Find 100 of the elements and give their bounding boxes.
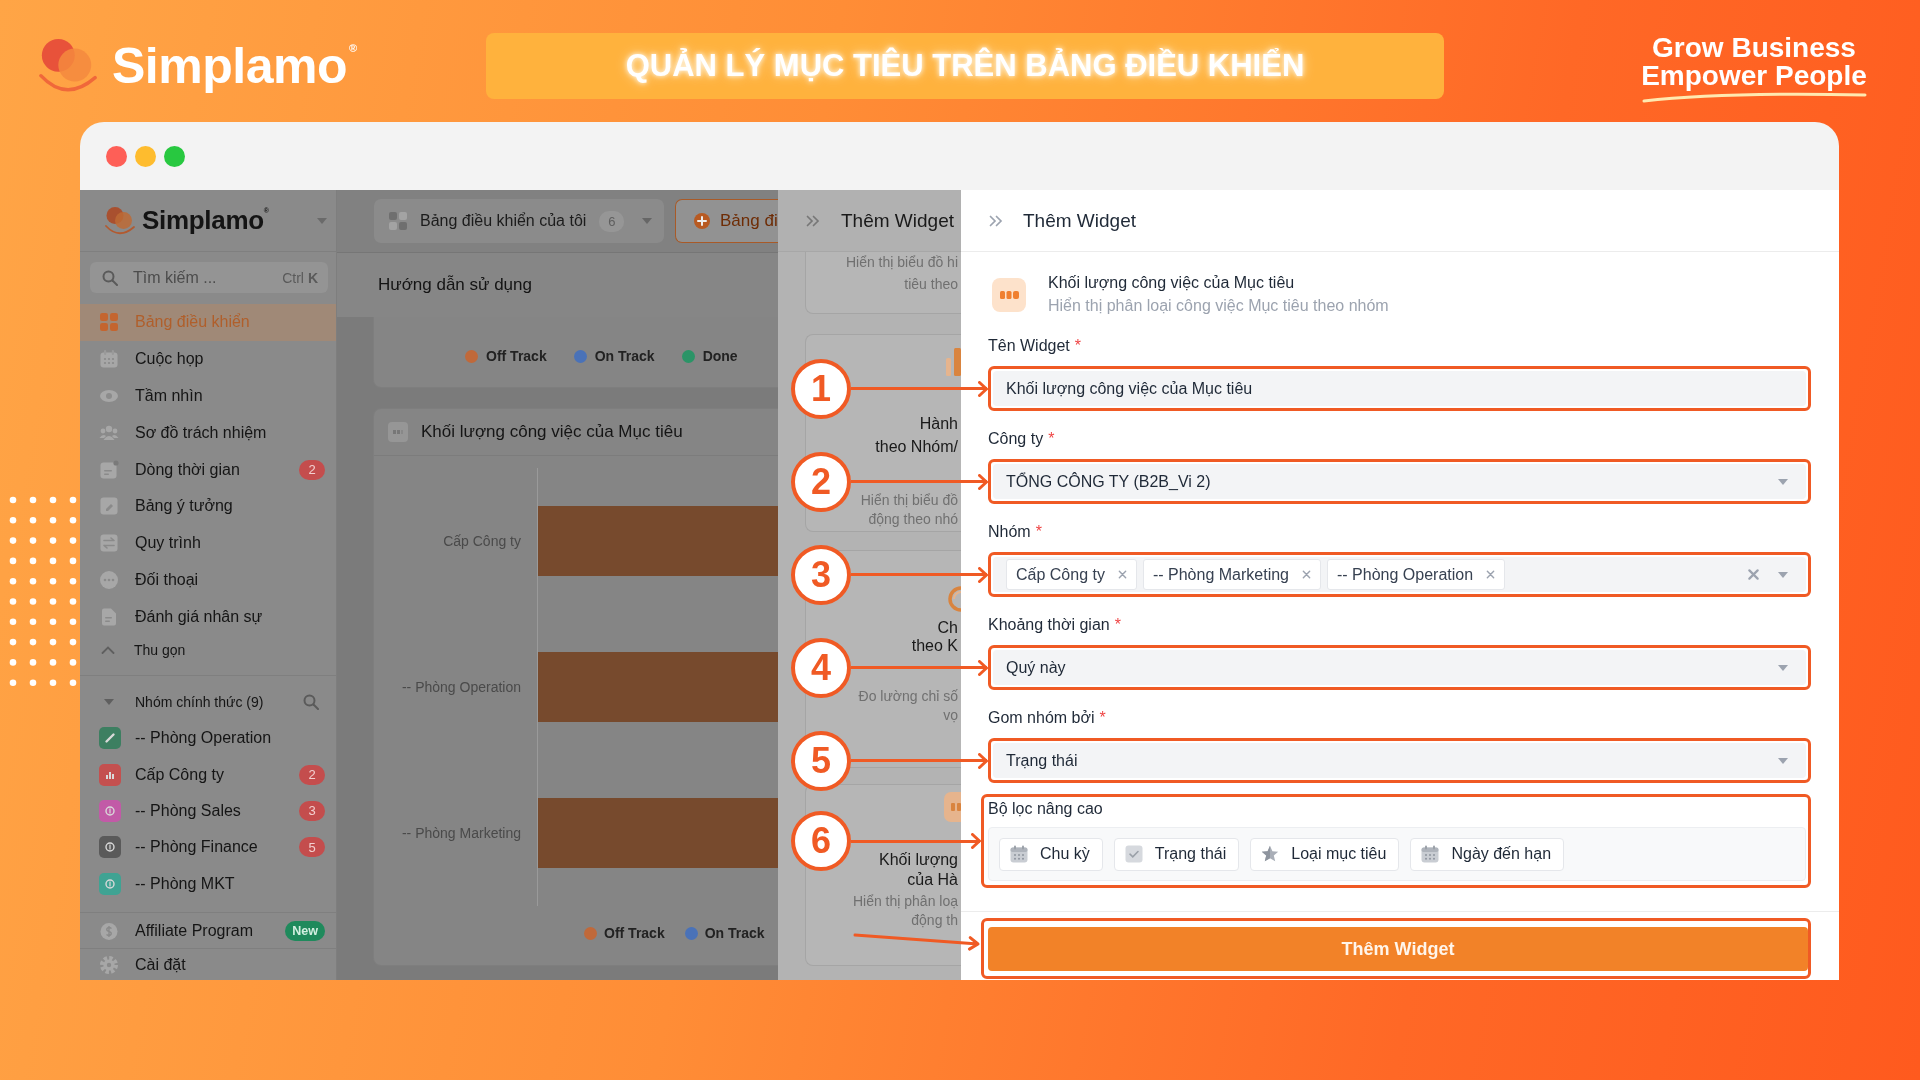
count-badge: 6	[599, 210, 625, 232]
caret-down-icon[interactable]	[642, 218, 652, 224]
widget-description: vọ	[943, 707, 958, 723]
legend-label: Off Track	[486, 348, 547, 364]
calendar-icon	[99, 349, 119, 370]
logo-text: Simplamo$^{®}$	[142, 205, 269, 236]
checkbox-icon	[1124, 845, 1143, 863]
double-chevron-icon[interactable]	[989, 214, 1003, 227]
caret-down-icon[interactable]	[317, 217, 327, 224]
add-dashboard-button[interactable]: Bảng đi	[675, 199, 778, 243]
category-label: -- Phòng Operation	[401, 679, 521, 695]
count-badge: 3	[299, 800, 325, 821]
chart-icon	[388, 422, 408, 442]
search-field[interactable]: Tìm kiếm ...	[133, 265, 268, 290]
minimize-icon[interactable]	[135, 145, 156, 167]
widget-title[interactable]: Ch	[937, 619, 958, 637]
caret-down-icon[interactable]	[1778, 478, 1788, 485]
filter-chip[interactable]: Chu kỳ	[999, 837, 1103, 871]
search-icon[interactable]	[303, 694, 319, 711]
widget-description: động th	[911, 912, 958, 928]
close-icon[interactable]	[1486, 570, 1496, 579]
guide-title: Hướng dẫn sử dụng	[378, 275, 532, 295]
sidebar-item[interactable]: Bảng ý tưởng	[80, 488, 336, 525]
filter-chip[interactable]: Ngày đến hạn	[1410, 837, 1565, 871]
field-label: Tên Widget *	[988, 336, 1082, 356]
grid-icon	[99, 312, 119, 333]
filter-chip[interactable]: Loại mục tiêu	[1250, 837, 1400, 871]
close-icon[interactable]	[106, 145, 127, 167]
document-icon	[99, 459, 119, 480]
filter-chip[interactable]: Trạng thái	[1113, 837, 1240, 871]
sidebar-item[interactable]: Cuộc họp	[80, 340, 336, 378]
category-label: -- Phòng Marketing	[401, 825, 521, 841]
select-field[interactable]: Trạng thái	[993, 743, 1806, 778]
caret-down-icon[interactable]	[1778, 571, 1788, 578]
close-icon[interactable]	[1117, 570, 1127, 579]
legend-label: On Track	[704, 925, 765, 941]
swap-arrows-icon	[99, 533, 119, 554]
widget-icon	[944, 792, 961, 822]
widget-title[interactable]: theo K	[911, 637, 958, 655]
shortcut-hint: Ctrl K	[282, 269, 318, 286]
caret-down-icon[interactable]	[1778, 757, 1788, 764]
group-item[interactable]: -- Phòng Finance 5	[80, 829, 336, 866]
widget-title[interactable]: Khối lượng	[878, 851, 958, 869]
bar-chart-icon	[944, 348, 961, 376]
double-chevron-icon[interactable]	[806, 214, 820, 227]
legend-label: On Track	[594, 348, 655, 364]
chevron-up-icon	[101, 646, 115, 655]
selected-tag[interactable]: -- Phòng Operation	[1327, 559, 1506, 590]
widget-description: động theo nhó	[868, 511, 958, 527]
select-field[interactable]: Quý này	[993, 650, 1806, 685]
widget-title[interactable]: Hành	[919, 414, 958, 434]
count-badge: 2	[299, 764, 325, 785]
close-icon[interactable]	[1748, 569, 1759, 580]
category-label: Cấp Công ty	[443, 533, 521, 549]
widget-description: Hiển thị phân loạ	[852, 893, 958, 909]
multi-select-field[interactable]: Cấp Công ty -- Phòng Marketing -- Phòng Operation	[993, 557, 1806, 592]
settings-icon	[99, 954, 119, 975]
text-field[interactable]: Khối lượng công việc của Mục tiêu	[993, 371, 1806, 406]
collapse-button[interactable]: Thu gọn	[80, 635, 336, 666]
logo-text: Simplamo$^{®}$	[112, 41, 357, 91]
caret-down-icon[interactable]	[104, 699, 114, 706]
caret-down-icon[interactable]	[1778, 664, 1788, 671]
sidebar-item[interactable]: Đánh giá nhân sự	[80, 598, 336, 636]
widget-description: Đo lường chỉ số	[858, 688, 958, 704]
count-badge: 2	[299, 459, 325, 480]
headline: QUẢN LÝ MỤC TIÊU TRÊN BẢNG ĐIỀU KHIỂN	[625, 47, 1305, 85]
calendar-icon	[1010, 845, 1028, 863]
close-icon[interactable]	[1302, 570, 1311, 579]
group-item[interactable]: -- Phòng Sales 3	[80, 792, 336, 830]
note-icon	[99, 496, 119, 517]
section-title[interactable]: Nhóm chính thức (9)	[135, 694, 264, 711]
maximize-icon[interactable]	[164, 145, 185, 167]
group-item[interactable]: Cấp Công ty 2	[80, 756, 336, 793]
field-label: Công ty *	[988, 429, 1055, 449]
search-icon	[102, 269, 118, 286]
plus-circle-icon	[694, 213, 710, 229]
widget-description: Hiển thị biểu đồ	[860, 492, 958, 508]
sidebar-item[interactable]: Quy trình	[80, 524, 336, 562]
dashboard-selector[interactable]: Bảng điều khiển của tôi 6	[374, 199, 664, 243]
panel-title: Thêm Widget	[1023, 209, 1136, 232]
sidebar-item[interactable]: Tầm nhìn	[80, 377, 336, 415]
legend-label: Off Track	[604, 925, 665, 941]
selected-tag[interactable]: -- Phòng Marketing	[1142, 559, 1321, 590]
widget-title[interactable]: theo Nhóm/	[875, 437, 958, 457]
widget-description: tiêu theo	[904, 275, 958, 294]
coin-icon	[99, 920, 119, 941]
group-item[interactable]: -- Phòng MKT	[80, 865, 336, 902]
widget-title[interactable]: của Hà	[907, 871, 958, 889]
sidebar-item[interactable]: Affiliate Program New	[80, 913, 336, 949]
legend-label: Done	[702, 348, 738, 364]
tag-pill: New	[285, 920, 325, 941]
sidebar-item[interactable]: Cài đặt	[80, 949, 336, 980]
grid-icon	[388, 211, 408, 231]
widget-description: Hiển thị biểu đồ hi	[845, 253, 958, 272]
sidebar-item[interactable]: Đối thoại	[80, 561, 336, 599]
select-field[interactable]: TỔNG CÔNG TY (B2B_Vi 2)	[993, 464, 1806, 499]
sidebar-item[interactable]: Sơ đồ trách nhiệm	[80, 414, 336, 452]
selected-tag[interactable]: Cấp Công ty	[1006, 559, 1137, 590]
sidebar-item[interactable]: Dòng thời gian 2	[80, 451, 336, 488]
group-item[interactable]: -- Phòng Operation	[80, 720, 336, 757]
